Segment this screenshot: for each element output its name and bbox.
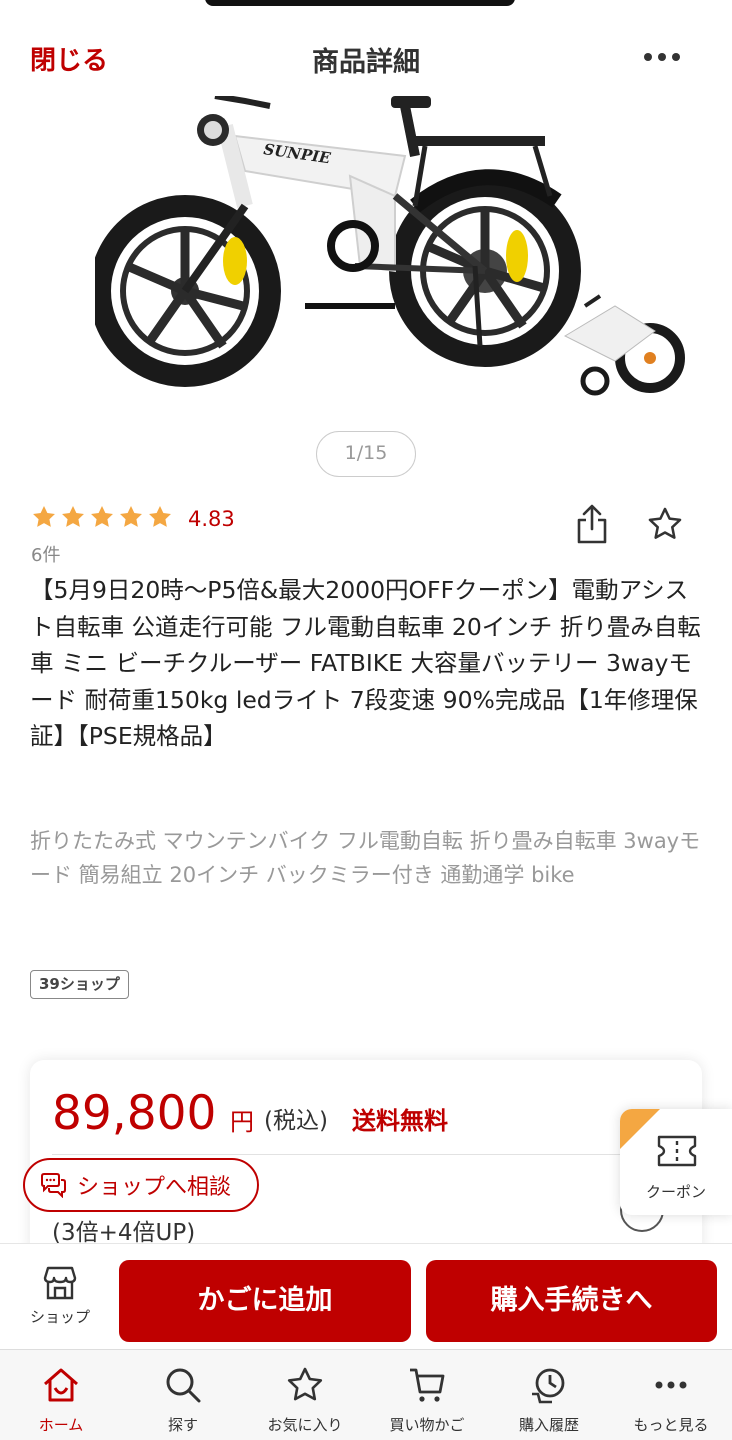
- nav-item-cart[interactable]: 買い物かご: [366, 1350, 488, 1440]
- nav-item-purchase-history[interactable]: 購入履歴: [488, 1350, 610, 1440]
- star-icon: [62, 505, 84, 527]
- star-icon: [33, 505, 55, 527]
- star-icon: [149, 505, 171, 527]
- more-icon: [655, 1381, 687, 1389]
- add-to-cart-button[interactable]: かごに追加: [119, 1260, 411, 1342]
- cart-icon: [410, 1368, 445, 1402]
- coupon-button[interactable]: クーポン: [620, 1109, 732, 1215]
- image-page-indicator: 1/15: [316, 431, 416, 477]
- nav-label: もっと見る: [633, 1416, 709, 1434]
- coupon-corner-accent: [620, 1109, 660, 1149]
- nav-item-home[interactable]: ホーム: [0, 1350, 122, 1440]
- chat-icon: [41, 1173, 66, 1198]
- nav-item-search[interactable]: 探す: [122, 1350, 244, 1440]
- favorite-star-icon[interactable]: [645, 505, 685, 543]
- home-icon: [44, 1368, 78, 1402]
- search-icon: [166, 1368, 201, 1403]
- device-notch: [205, 0, 515, 6]
- product-subtitle: 折りたたみ式 マウンテンバイク フル電動自転 折り畳み自転車 3wayモード 簡…: [30, 829, 701, 887]
- star-icon: [91, 505, 113, 527]
- nav-label: 購入履歴: [518, 1416, 579, 1434]
- nav-item-more[interactable]: もっと見る: [610, 1350, 732, 1440]
- shop-link-label: ショップ: [29, 1308, 90, 1326]
- checkout-button[interactable]: 購入手続きへ: [426, 1260, 717, 1342]
- history-icon: [532, 1368, 565, 1404]
- consult-label: ショップへ相談: [77, 1175, 232, 1200]
- coupon-label: クーポン: [645, 1183, 706, 1201]
- top-bar: 閉じる 商品詳細: [0, 0, 732, 110]
- share-icon[interactable]: [574, 503, 610, 545]
- star-icon: [287, 1367, 323, 1401]
- coupon-ticket-icon: [657, 1135, 697, 1167]
- nav-label: ホーム: [38, 1416, 84, 1434]
- shop-link[interactable]: ショップ: [22, 1264, 98, 1327]
- free-shipping-label: 送料無料: [352, 1107, 448, 1135]
- tax-label: (税込): [264, 1108, 328, 1134]
- page-title: 商品詳細: [312, 47, 420, 78]
- shop-icon: [43, 1266, 77, 1300]
- nav-item-favorites[interactable]: お気に入り: [244, 1350, 366, 1440]
- price-value: 89,800: [52, 1086, 217, 1141]
- consult-shop-button[interactable]: ショップへ相談: [23, 1158, 259, 1212]
- star-icon: [120, 505, 142, 527]
- purchase-action-bar: ショップ かごに追加 購入手続きへ: [0, 1243, 732, 1349]
- review-count[interactable]: 6件: [31, 541, 60, 567]
- product-image[interactable]: SUNPIE: [95, 96, 695, 396]
- product-title: 【5月9日20時〜P5倍&最大2000円OFFクーポン】電動アシスト自転車 公道…: [30, 576, 701, 750]
- price-unit: 円: [230, 1108, 254, 1136]
- points-info: (3倍+4倍UP): [52, 1220, 196, 1246]
- bottom-nav: ホーム 探す お気に入り 買い物かご 購入履歴 もっと見る: [0, 1349, 732, 1440]
- divider: [52, 1154, 642, 1155]
- shop-tag: 39ショップ: [30, 970, 129, 999]
- rating-value[interactable]: 4.83: [188, 507, 235, 531]
- nav-label: 探す: [167, 1416, 198, 1434]
- nav-label: お気に入り: [267, 1416, 343, 1434]
- nav-label: 買い物かご: [389, 1416, 465, 1434]
- more-options-icon[interactable]: [642, 44, 682, 68]
- folded-bike-thumbnail: [563, 294, 685, 396]
- rating-stars: [31, 504, 173, 530]
